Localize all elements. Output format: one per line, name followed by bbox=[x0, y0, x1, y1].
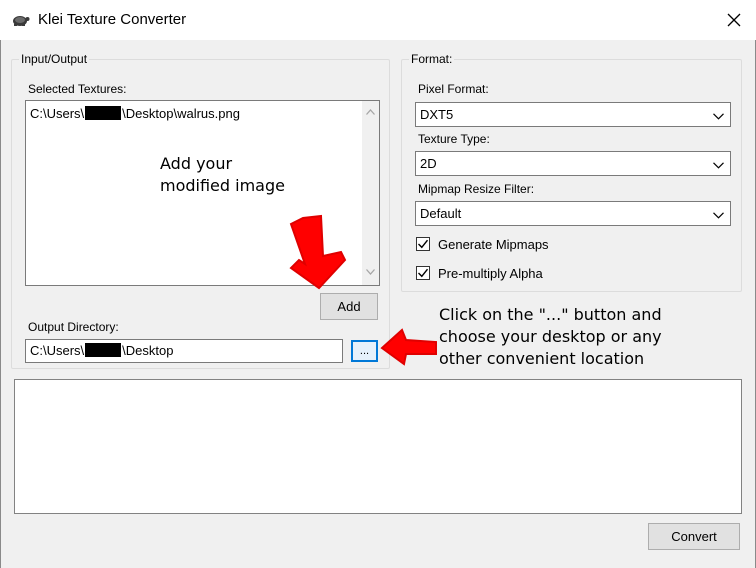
output-path-suffix: \Desktop bbox=[122, 343, 174, 358]
format-group-label: Format: bbox=[409, 52, 455, 66]
close-icon bbox=[727, 13, 741, 27]
texture-type-dropdown[interactable]: 2D bbox=[415, 151, 731, 176]
checkmark-icon bbox=[418, 239, 429, 249]
list-item[interactable]: C:\Users\ \Desktop\walrus.png bbox=[30, 106, 240, 121]
annotation-line: Click on the "..." button and bbox=[439, 305, 662, 324]
annotation-line: other convenient location bbox=[439, 349, 645, 368]
convert-button[interactable]: Convert bbox=[648, 523, 740, 550]
window-border-left bbox=[0, 0, 1, 568]
mipmap-filter-label: Mipmap Resize Filter: bbox=[418, 182, 535, 196]
premultiply-alpha-label[interactable]: Pre-multiply Alpha bbox=[438, 266, 543, 281]
browse-hint-annotation: Click on the "..." button and choose you… bbox=[439, 304, 662, 370]
add-button[interactable]: Add bbox=[320, 293, 378, 320]
mipmap-filter-dropdown[interactable]: Default bbox=[415, 201, 731, 226]
close-button[interactable] bbox=[712, 0, 756, 40]
texture-path-suffix: \Desktop\walrus.png bbox=[122, 106, 240, 121]
title-bar: Klei Texture Converter bbox=[0, 0, 756, 40]
pixel-format-label: Pixel Format: bbox=[418, 82, 489, 96]
red-arrow-down-icon bbox=[289, 214, 347, 290]
generate-mipmaps-label[interactable]: Generate Mipmaps bbox=[438, 237, 549, 252]
red-arrow-left-icon bbox=[380, 328, 437, 366]
pixel-format-dropdown[interactable]: DXT5 bbox=[415, 102, 731, 127]
selected-textures-label: Selected Textures: bbox=[28, 82, 127, 96]
annotation-line: choose your desktop or any bbox=[439, 327, 662, 346]
chevron-down-icon bbox=[713, 108, 724, 123]
checkmark-icon bbox=[418, 268, 429, 278]
texture-path-prefix: C:\Users\ bbox=[30, 106, 85, 121]
annotation-line: Add your bbox=[160, 154, 233, 173]
chevron-down-icon bbox=[713, 207, 724, 222]
log-output-box[interactable] bbox=[14, 379, 742, 514]
redacted-username bbox=[85, 106, 122, 120]
texture-type-value: 2D bbox=[420, 156, 437, 171]
output-path-prefix: C:\Users\ bbox=[30, 343, 85, 358]
redacted-username bbox=[85, 343, 122, 357]
premultiply-alpha-checkbox[interactable] bbox=[416, 266, 430, 280]
mipmap-filter-value: Default bbox=[420, 206, 462, 221]
output-directory-label: Output Directory: bbox=[28, 320, 119, 334]
tortoise-icon bbox=[12, 13, 30, 30]
annotation-line: modified image bbox=[160, 176, 285, 195]
generate-mipmaps-checkbox[interactable] bbox=[416, 237, 430, 251]
input-output-group-label: Input/Output bbox=[19, 52, 90, 66]
window-title: Klei Texture Converter bbox=[38, 11, 187, 28]
output-directory-field[interactable]: C:\Users\ \Desktop bbox=[25, 339, 343, 363]
pixel-format-value: DXT5 bbox=[420, 107, 454, 122]
list-scrollbar[interactable] bbox=[362, 101, 379, 285]
scroll-down-icon[interactable] bbox=[366, 267, 375, 277]
scroll-up-icon[interactable] bbox=[366, 107, 375, 117]
browse-button[interactable]: ... bbox=[351, 340, 378, 362]
add-image-annotation: Add your modified image bbox=[160, 153, 285, 197]
chevron-down-icon bbox=[713, 157, 724, 172]
texture-type-label: Texture Type: bbox=[418, 132, 490, 146]
